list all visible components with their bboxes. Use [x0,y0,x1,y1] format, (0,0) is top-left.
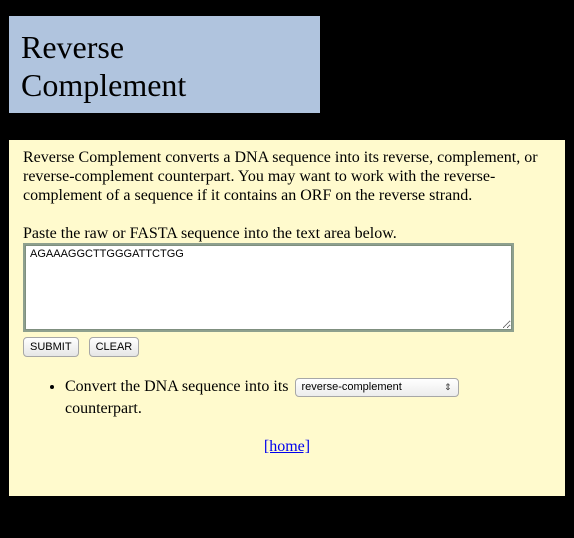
list-item: Convert the DNA sequence into its revers… [65,376,485,420]
home-link[interactable]: [home] [264,438,310,455]
sequence-prompt: Paste the raw or FASTA sequence into the… [23,225,397,242]
clear-button[interactable]: CLEAR [88,337,140,357]
option-suffix-text: counterpart. [65,400,142,417]
form-buttons: SUBMIT CLEAR [23,337,551,357]
sequence-input[interactable]: AGAAAGGCTTGGGATTCTGG [25,245,512,330]
conversion-select[interactable]: reverse-complement ⇕ [294,378,459,397]
submit-button[interactable]: SUBMIT [23,337,79,357]
content-panel: Reverse Complement converts a DNA sequen… [9,140,565,496]
options-list: Convert the DNA sequence into its revers… [23,376,551,420]
home-link-row: [home] [23,438,551,456]
up-down-arrows-icon: ⇕ [443,382,452,392]
option-prefix-text: Convert the DNA sequence into its [65,378,289,395]
title-banner: Reverse Complement [9,16,320,113]
description-text: Reverse Complement converts a DNA sequen… [23,149,538,204]
page-title: Reverse Complement [21,29,187,103]
conversion-select-value: reverse-complement [301,381,402,393]
